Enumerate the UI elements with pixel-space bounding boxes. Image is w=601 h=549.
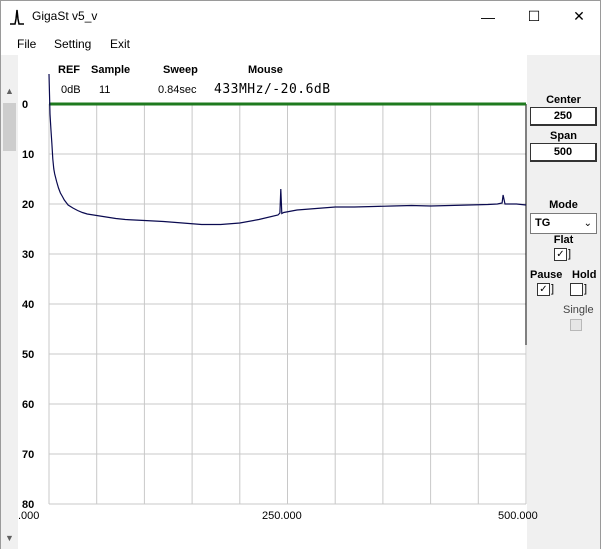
close-icon: ✕ [573,8,585,24]
hold-label: Hold [572,269,597,281]
client-area: ▲ ▼ 0 10 20 30 40 50 60 70 80 REF 0dB Sample 11 … [1,55,600,549]
maximize-button[interactable]: ☐ [511,1,557,32]
maximize-icon: ☐ [527,8,541,24]
x-tick-label: .000 [18,510,40,522]
bracket-icon: ] [568,248,572,260]
scroll-up-icon[interactable]: ▲ [1,83,18,99]
center-label: Center [546,94,581,106]
scroll-thumb[interactable] [3,103,16,151]
bracket-icon: ] [551,283,555,295]
mode-value: TG [535,217,551,229]
ref-label: REF [58,64,80,76]
spectrum-chart[interactable]: 01020304050607080 [18,55,527,549]
y-tick-label: 0 [22,99,28,111]
title-bar[interactable]: GigaSt v5_v — ☐ ✕ [1,1,600,32]
check-icon: ✓ [539,284,548,295]
mouse-label: Mouse [248,64,283,76]
mode-label: Mode [549,199,578,211]
app-window: GigaSt v5_v — ☐ ✕ File Setting Exit ▲ ▼ … [0,0,601,549]
y-tick-label: 50 [22,349,34,361]
minimize-button[interactable]: — [465,1,511,32]
single-checkbox[interactable] [570,319,582,331]
window-title: GigaSt v5_v [32,9,98,23]
flat-checkbox[interactable]: ✓ [554,248,567,261]
pause-label: Pause [530,269,563,281]
menu-bar: File Setting Exit [1,32,600,55]
y-tick-label: 20 [22,199,34,211]
minimize-icon: — [481,8,495,25]
y-tick-label: 60 [22,399,34,411]
x-tick-label: 500.000 [498,510,538,522]
y-tick-label: 70 [22,449,34,461]
control-panel: Center 250 Span 500 Mode TG ⌄ Flat ✓ ] P… [527,55,600,549]
sweep-value: 0.84sec [158,84,197,96]
sample-value: 11 [99,84,111,96]
x-tick-label: 250.000 [262,510,302,522]
chevron-down-icon: ⌄ [583,218,592,229]
mode-select[interactable]: TG ⌄ [530,213,597,234]
sample-label: Sample [91,64,131,76]
ref-value: 0dB [61,84,81,96]
hold-checkbox[interactable] [570,283,583,296]
scroll-down-icon[interactable]: ▼ [1,530,18,546]
single-label: Single [563,304,594,316]
center-input[interactable]: 250 [530,107,597,126]
check-icon: ✓ [556,249,565,260]
bracket-icon: ] [584,283,588,295]
vertical-scrollbar[interactable]: ▲ ▼ [1,83,18,546]
spike-icon [10,9,24,25]
flat-label: Flat [553,234,574,246]
menu-setting[interactable]: Setting [54,37,91,51]
span-label: Span [550,130,577,142]
span-input[interactable]: 500 [530,143,597,162]
mouse-readout: 433MHz/-20.6dB [214,82,331,97]
y-tick-label: 10 [22,149,34,161]
sweep-label: Sweep [163,64,198,76]
spectrum-plot[interactable]: 0 10 20 30 40 50 60 70 80 REF 0dB Sample 11 Swee… [18,55,527,549]
menu-exit[interactable]: Exit [110,37,130,51]
close-button[interactable]: ✕ [556,1,601,32]
y-tick-label: 30 [22,249,34,261]
pause-checkbox[interactable]: ✓ [537,283,550,296]
menu-file[interactable]: File [17,37,36,51]
y-tick-label: 40 [22,299,34,311]
